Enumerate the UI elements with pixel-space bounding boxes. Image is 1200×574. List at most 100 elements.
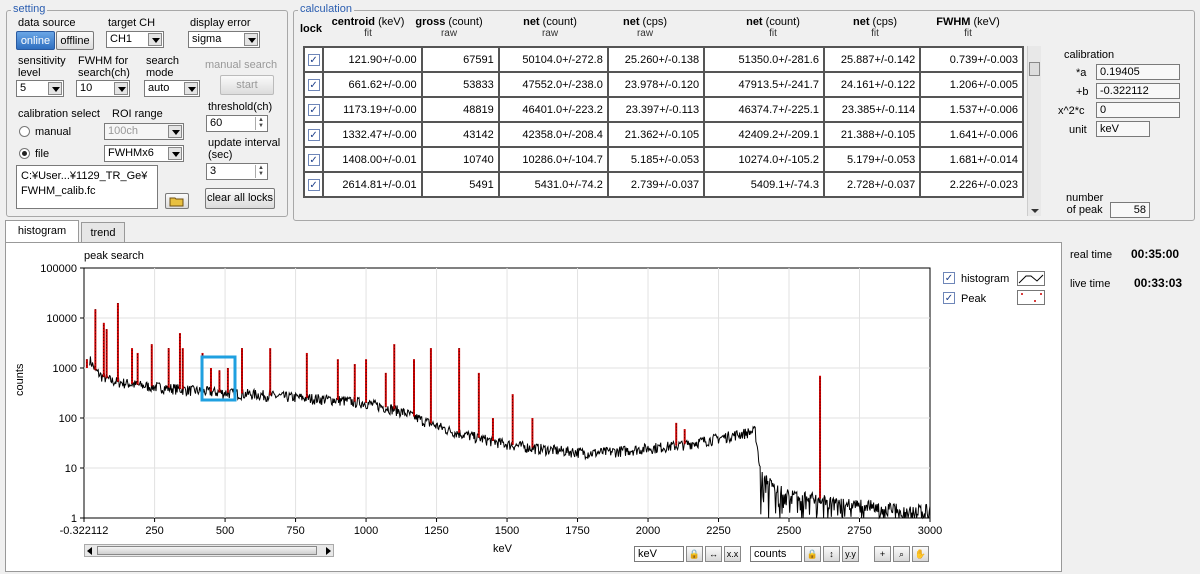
- threshold-label: threshold(ch): [208, 101, 273, 113]
- threshold-input[interactable]: 60 ▲ ▼: [206, 115, 268, 132]
- y-axis-label: counts: [14, 363, 26, 396]
- y-tick-label: 1: [71, 513, 77, 525]
- scroll-left-icon[interactable]: [87, 547, 92, 555]
- roi-file-select[interactable]: FWHMx6: [104, 145, 184, 162]
- x-tick-label: 250: [145, 525, 163, 537]
- calibration-file-path[interactable]: C:¥User...¥1129_TR_Ge¥ FWHM_calib.fc: [16, 165, 158, 209]
- crosshair-icon[interactable]: +: [874, 546, 891, 562]
- table-cell: 46401.0+/-223.2: [497, 96, 609, 123]
- display-error-label: display error: [190, 17, 251, 29]
- table-cell: 24.161+/-0.122: [822, 71, 922, 98]
- y-format-icon[interactable]: y.y: [842, 546, 859, 562]
- lock-checkbox-icon[interactable]: ✓: [307, 78, 320, 91]
- y-lock-icon[interactable]: 🔒: [804, 546, 821, 562]
- x-tick-label: 1250: [424, 525, 448, 537]
- table-cell: 1408.00+/-0.01: [322, 146, 423, 173]
- table-cell: 5.185+/-0.053: [606, 146, 706, 173]
- lock-checkbox-icon[interactable]: ✓: [307, 153, 320, 166]
- roi-value-select[interactable]: 100ch: [104, 123, 184, 140]
- table-cell: 10274.0+/-105.2: [703, 146, 825, 173]
- chevron-down-icon: [244, 33, 258, 46]
- live-time-label: live time: [1070, 278, 1111, 290]
- chevron-down-icon: [168, 125, 182, 138]
- table-scrollbar[interactable]: [1027, 46, 1041, 216]
- fwhm-search-label: FWHM for search(ch): [78, 55, 130, 79]
- data-source-label: data source: [18, 17, 76, 29]
- table-cell: 23.397+/-0.113: [606, 96, 706, 123]
- manual-search-label: manual search: [205, 59, 278, 71]
- spinner-icon[interactable]: ▲ ▼: [255, 117, 266, 130]
- table-cell: 2.739+/-0.037: [606, 171, 706, 198]
- display-error-select[interactable]: sigma: [188, 31, 260, 48]
- chevron-down-icon: [184, 82, 198, 95]
- x-format-icon[interactable]: x.x: [724, 546, 741, 562]
- row-lock-checkbox[interactable]: ✓: [302, 71, 325, 98]
- zoom-icon[interactable]: ⌕: [893, 546, 910, 562]
- sensitivity-select[interactable]: 5: [16, 80, 64, 97]
- header-net-count-raw: net (count) raw: [523, 16, 577, 40]
- row-lock-checkbox[interactable]: ✓: [302, 146, 325, 173]
- start-button[interactable]: start: [220, 75, 274, 95]
- chevron-down-icon: [114, 82, 128, 95]
- scroll-down-icon[interactable]: [1031, 209, 1039, 213]
- update-interval-input[interactable]: 3 ▲ ▼: [206, 163, 268, 180]
- header-net-cps-raw: net (cps) raw: [623, 16, 667, 40]
- fwhm-search-select[interactable]: 10: [76, 80, 130, 97]
- x-tick-label: 2000: [636, 525, 660, 537]
- table-cell: 121.90+/-0.00: [322, 46, 423, 73]
- calib-b-label: +b: [1076, 86, 1089, 98]
- chevron-down-icon: [168, 147, 182, 160]
- tab-histogram[interactable]: histogram: [5, 220, 79, 242]
- row-lock-checkbox[interactable]: ✓: [302, 171, 325, 198]
- unit-label: unit: [1069, 124, 1087, 136]
- online-button[interactable]: online: [16, 31, 55, 50]
- table-cell: 2.226+/-0.023: [919, 171, 1024, 198]
- row-lock-checkbox[interactable]: ✓: [302, 96, 325, 123]
- file-radio-label: file: [35, 148, 50, 160]
- table-cell: 53833: [420, 71, 500, 98]
- table-cell: 42358.0+/-208.4: [497, 121, 609, 148]
- table-cell: 1.681+/-0.014: [919, 146, 1024, 173]
- header-fwhm: FWHM (keV) fit: [936, 16, 1000, 40]
- scroll-thumb[interactable]: [1029, 62, 1040, 76]
- table-cell: 5409.1+/-74.3: [703, 171, 825, 198]
- lock-checkbox-icon[interactable]: ✓: [307, 178, 320, 191]
- table-cell: 51350.0+/-281.6: [703, 46, 825, 73]
- folder-open-button[interactable]: [165, 193, 189, 209]
- header-net-cps-fit: net (cps) fit: [853, 16, 897, 40]
- x-tick-label: 750: [286, 525, 304, 537]
- table-cell: 1.641+/-0.006: [919, 121, 1024, 148]
- target-ch-label: target CH: [108, 17, 156, 29]
- unit-value: keV: [1096, 121, 1150, 137]
- x-lock-icon[interactable]: 🔒: [686, 546, 703, 562]
- table-row: ✓ 1173.19+/-0.00 48819 46401.0+/-223.2 23.39…: [302, 96, 1024, 123]
- lock-checkbox-icon[interactable]: ✓: [307, 103, 320, 116]
- table-row: ✓ 661.62+/-0.00 53833 47552.0+/-238.0 23.978…: [302, 71, 1024, 98]
- table-cell: 25.887+/-0.142: [822, 46, 922, 73]
- x-scrollbar[interactable]: [84, 544, 334, 557]
- calculation-table: ✓ 121.90+/-0.00 67591 50104.0+/-272.8 25.260…: [302, 46, 1024, 198]
- scroll-right-icon[interactable]: [326, 547, 331, 555]
- row-lock-checkbox[interactable]: ✓: [302, 121, 325, 148]
- offline-button[interactable]: offline: [56, 31, 94, 50]
- table-cell: 5491: [420, 171, 500, 198]
- search-mode-select[interactable]: auto: [144, 80, 200, 97]
- target-ch-select[interactable]: CH1: [106, 31, 164, 48]
- histogram-chart[interactable]: -0.322112 250 500 750 1000 1250 1500 1750 2000 22…: [0, 256, 1060, 574]
- x-autoscale-icon[interactable]: ↔: [705, 546, 722, 562]
- calib-a-value: 0.19405: [1096, 64, 1180, 80]
- spinner-icon[interactable]: ▲ ▼: [255, 165, 266, 178]
- manual-radio[interactable]: [19, 126, 30, 137]
- clear-all-locks-button[interactable]: clear all locks: [205, 188, 275, 209]
- scroll-thumb[interactable]: [97, 546, 317, 555]
- row-lock-checkbox[interactable]: ✓: [302, 46, 325, 73]
- table-cell: 5.179+/-0.053: [822, 146, 922, 173]
- y-autoscale-icon[interactable]: ↕: [823, 546, 840, 562]
- file-radio[interactable]: [19, 148, 30, 159]
- pan-hand-icon[interactable]: ✋: [912, 546, 929, 562]
- tab-trend[interactable]: trend: [81, 222, 125, 242]
- lock-checkbox-icon[interactable]: ✓: [307, 128, 320, 141]
- calib-a-label: *a: [1076, 67, 1087, 79]
- lock-checkbox-icon[interactable]: ✓: [307, 53, 320, 66]
- setting-title: setting: [11, 3, 48, 16]
